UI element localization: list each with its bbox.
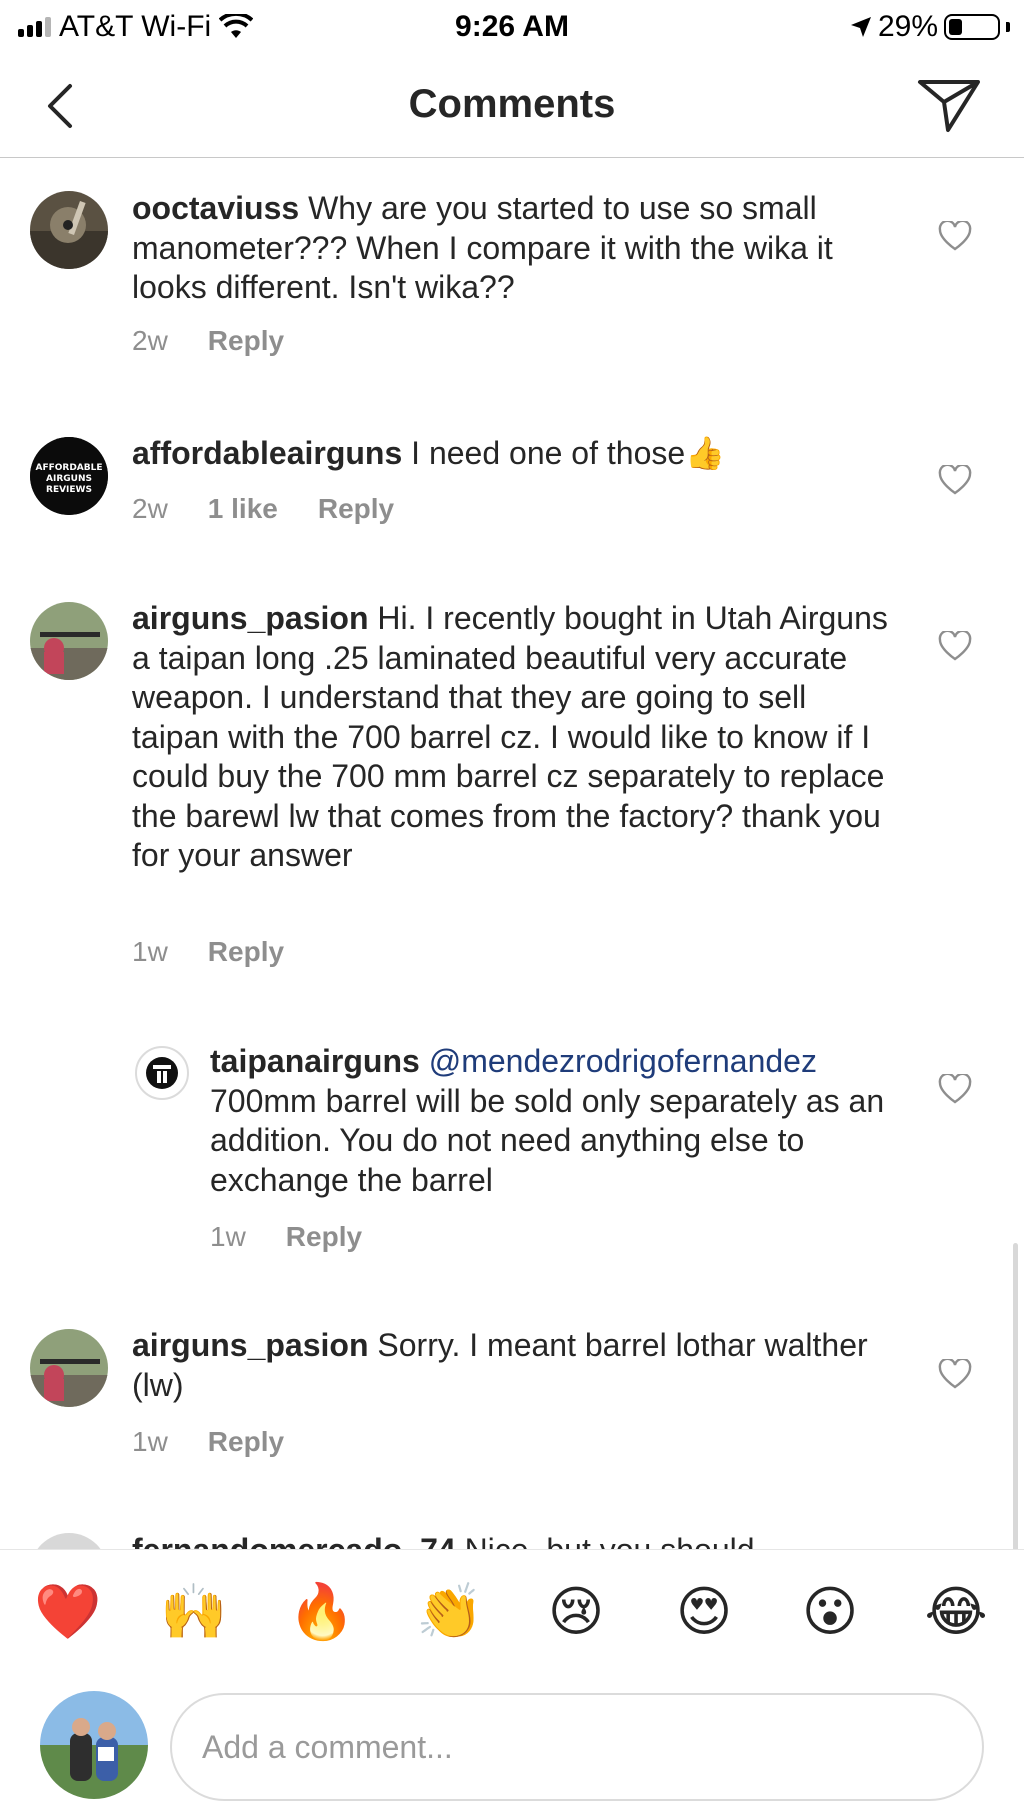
comment-content: 700mm barrel will be sold only separatel… [210,1082,885,1198]
comments-list[interactable]: ooctaviuss Why are you started to use so… [0,159,1024,1549]
comment-text: airguns_pasion Hi. I recently bought in … [132,599,892,876]
battery-icon [944,14,1000,40]
heart-icon[interactable] [938,465,972,495]
emoji-quick-bar: ❤️ 🙌 🔥 👏 😢 😍 😮 😂 [0,1549,1024,1677]
heart-icon[interactable] [938,1074,972,1104]
raised-hands-emoji-button[interactable]: 🙌 [160,1580,227,1644]
status-bar: AT&T Wi-Fi 9:26 AM 29% [0,0,1024,52]
crying-emoji-button[interactable]: 😢 [544,1580,608,1644]
comment-text: airguns_pasion Sorry. I meant barrel lot… [132,1326,872,1405]
comment-text: affordableairguns I need one of those👍 [132,434,872,474]
avatar[interactable] [30,1329,108,1407]
comment-meta: 2w 1 like Reply [132,493,394,525]
laughing-emoji-button[interactable]: 😂 [924,1580,988,1644]
svg-text:AIRGUNS: AIRGUNS [46,474,92,484]
fire-emoji-button[interactable]: 🔥 [288,1580,355,1644]
comment-time: 2w [132,493,168,524]
surprised-emoji-button[interactable]: 😮 [798,1580,862,1644]
paper-plane-icon [918,80,980,132]
comment-meta: 1w Reply [210,1221,362,1253]
comment-meta: 1w Reply [132,1426,284,1458]
comment-username[interactable]: affordableairguns [132,435,402,471]
reply-button[interactable]: Reply [318,493,394,525]
likes-count[interactable]: 1 like [208,493,278,525]
comment-text: fernandomercado_74 Nice, but you should [132,1531,992,1549]
comment-input[interactable] [170,1693,984,1801]
reply-button[interactable]: Reply [208,325,284,357]
location-arrow-icon [850,17,871,37]
svg-text:REVIEWS: REVIEWS [46,485,92,495]
battery-cap [1006,22,1010,32]
page-title: Comments [408,82,616,126]
heart-emoji-button[interactable]: ❤️ [34,1580,101,1644]
avatar[interactable] [30,191,108,269]
avatar[interactable] [135,1046,189,1100]
clapping-emoji-button[interactable]: 👏 [416,1580,483,1644]
heart-icon[interactable] [938,221,972,251]
comment-time: 1w [132,1426,168,1457]
comment-meta: 1w Reply [132,936,284,968]
battery-status: 29% [850,10,1010,44]
comment-time: 1w [132,936,168,967]
heart-icon[interactable] [938,1359,972,1389]
avatar[interactable] [40,1691,148,1799]
comment-username[interactable]: airguns_pasion [132,1327,369,1363]
comment-text: taipanairguns @mendezrodrigofernandez 70… [210,1042,910,1200]
comment-username[interactable]: fernandomercado_74 [132,1532,456,1549]
avatar[interactable] [30,602,108,680]
comment-time: 1w [210,1221,246,1252]
comment-username[interactable]: airguns_pasion [132,600,369,636]
reply-button[interactable]: Reply [208,1426,284,1458]
battery-percent: 29% [877,10,938,43]
comment-text: ooctaviuss Why are you started to use so… [132,189,872,308]
comment-username[interactable]: ooctaviuss [132,190,299,226]
share-button[interactable] [916,74,982,134]
comment-content: I need one of those👍 [402,435,725,471]
comment-username[interactable]: taipanairguns [210,1043,420,1079]
reply-button[interactable]: Reply [286,1221,362,1253]
comment-meta: 2w Reply [132,325,284,357]
scrollbar[interactable] [1013,1243,1018,1549]
heart-icon[interactable] [938,631,972,661]
reply-button[interactable]: Reply [208,936,284,968]
comment-composer [0,1677,1024,1820]
comment-time: 2w [132,325,168,356]
mention-link[interactable]: @mendezrodrigofernandez [429,1043,817,1079]
svg-text:AFFORDABLE: AFFORDABLE [35,463,102,473]
heart-eyes-emoji-button[interactable]: 😍 [672,1580,736,1644]
comment-content: Nice, but you should [456,1532,755,1549]
avatar[interactable] [30,1533,108,1549]
nav-bar: Comments [0,52,1024,158]
comment-content: Hi. I recently bought in Utah Airguns a … [132,600,888,873]
avatar[interactable]: AFFORDABLE AIRGUNS REVIEWS [30,437,108,515]
